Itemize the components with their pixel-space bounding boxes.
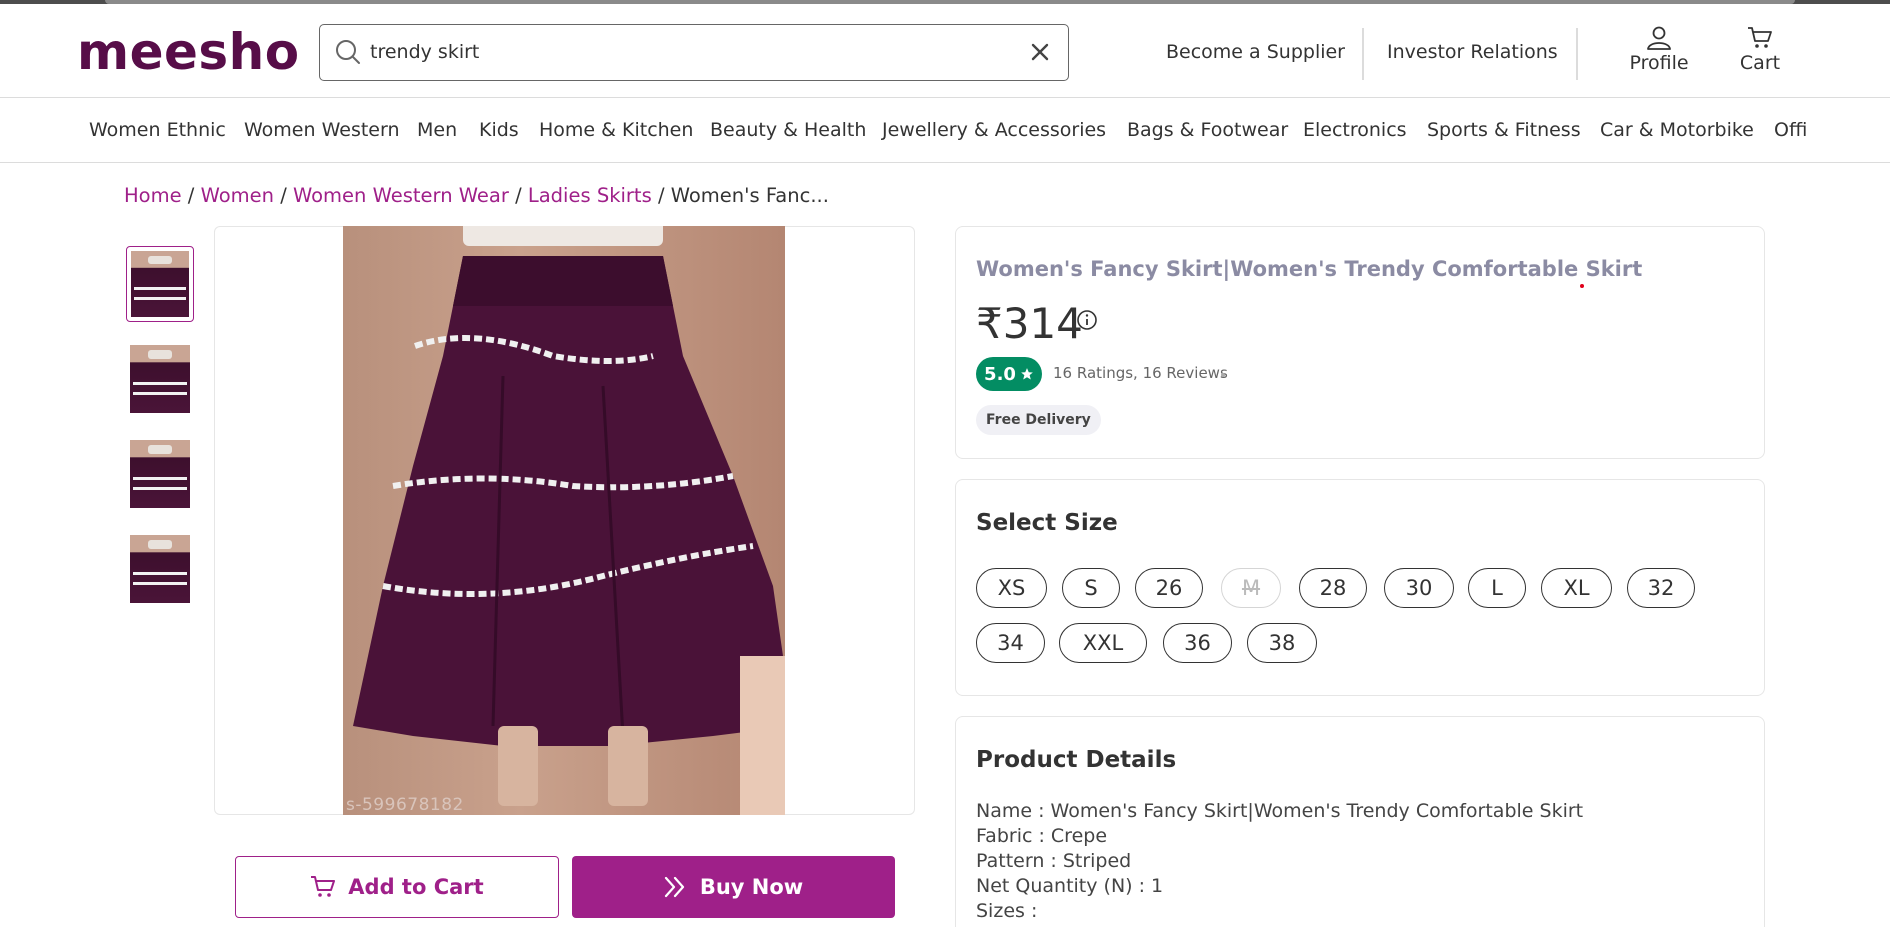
size-option-32[interactable]: 32	[1627, 568, 1695, 608]
product-details-title: Product Details	[976, 747, 1177, 773]
category-beauty-health[interactable]: Beauty & Health	[710, 98, 866, 162]
model-leg	[608, 726, 648, 806]
skirt-illustration	[353, 256, 783, 746]
meesho-logo[interactable]: meesho	[77, 22, 300, 82]
size-option-xs[interactable]: XS	[976, 568, 1047, 608]
background-box	[740, 656, 785, 815]
cart-icon	[311, 876, 336, 897]
category-women-ethnic[interactable]: Women Ethnic	[89, 98, 226, 162]
detail-sizes: Sizes :	[976, 900, 1038, 922]
size-option-xxl[interactable]: XXL	[1059, 623, 1147, 663]
breadcrumb-women[interactable]: Women	[201, 184, 274, 207]
breadcrumb-women-western-wear[interactable]: Women Western Wear	[293, 184, 509, 207]
category-men[interactable]: Men	[417, 98, 457, 162]
info-icon[interactable]	[1076, 309, 1098, 331]
breadcrumb-home[interactable]: Home	[124, 184, 182, 207]
detail-name: Name : Women's Fancy Skirt|Women's Trend…	[976, 800, 1584, 822]
profile-label: Profile	[1629, 52, 1689, 74]
category-electronics[interactable]: Electronics	[1303, 98, 1407, 162]
size-option-26[interactable]: 26	[1135, 568, 1203, 608]
product-thumbnail[interactable]	[126, 436, 194, 512]
investor-relations-link[interactable]: Investor Relations	[1387, 32, 1558, 72]
site-header: meesho trendy skirt Become a Supplier In…	[0, 4, 1890, 98]
size-option-38[interactable]: 38	[1247, 623, 1317, 663]
select-size-card: Select Size XS S 26 M 28 30 L XL 32 34 X…	[955, 479, 1765, 696]
thumbnail-image	[130, 535, 190, 603]
double-chevron-right-icon	[664, 876, 684, 898]
product-thumbnail[interactable]	[126, 531, 194, 607]
cart-button[interactable]: Cart	[1735, 26, 1785, 74]
product-thumbnail[interactable]	[126, 341, 194, 417]
main-product-image[interactable]: s-599678182	[343, 226, 785, 815]
size-option-m-unavailable: M	[1221, 568, 1281, 608]
breadcrumb-current: Women's Fanc...	[670, 184, 829, 207]
buy-now-button[interactable]: Buy Now	[572, 856, 895, 918]
search-box[interactable]: trendy skirt	[319, 24, 1069, 81]
profile-button[interactable]: Profile	[1626, 26, 1692, 74]
model-top	[463, 226, 663, 246]
category-women-western[interactable]: Women Western	[244, 98, 400, 162]
rating-value: 5.0	[984, 363, 1016, 385]
category-office[interactable]: Offi	[1774, 98, 1807, 162]
rating-badge[interactable]: 5.0	[976, 357, 1042, 391]
cart-icon	[1748, 27, 1772, 48]
thumbnail-image	[130, 345, 190, 413]
ratings-count: 16 Ratings, 16 Reviews	[1053, 364, 1228, 382]
breadcrumb-ladies-skirts[interactable]: Ladies Skirts	[528, 184, 652, 207]
size-option-28[interactable]: 28	[1299, 568, 1367, 608]
thumbnail-image	[131, 251, 189, 317]
add-to-cart-button[interactable]: Add to Cart	[235, 856, 559, 918]
product-thumbnail[interactable]	[126, 246, 194, 322]
detail-net-quantity: Net Quantity (N) : 1	[976, 875, 1164, 897]
image-watermark: s-599678182	[346, 795, 464, 815]
category-car-motorbike[interactable]: Car & Motorbike	[1600, 98, 1754, 162]
size-option-30[interactable]: 30	[1384, 568, 1454, 608]
model-leg	[498, 726, 538, 806]
add-to-cart-label: Add to Cart	[348, 875, 484, 899]
breadcrumb-separator: /	[280, 184, 293, 207]
size-option-xl[interactable]: XL	[1541, 568, 1612, 608]
product-title: Women's Fancy Skirt|Women's Trendy Comfo…	[976, 257, 1643, 281]
category-jewellery-accessories[interactable]: Jewellery & Accessories	[882, 98, 1106, 162]
category-sports-fitness[interactable]: Sports & Fitness	[1427, 98, 1581, 162]
product-details-card: Product Details Name : Women's Fancy Ski…	[955, 716, 1765, 927]
detail-fabric: Fabric : Crepe	[976, 825, 1108, 847]
cart-label: Cart	[1739, 52, 1781, 74]
category-kids[interactable]: Kids	[479, 98, 519, 162]
red-dot-marker	[1580, 284, 1584, 288]
header-divider	[1576, 28, 1578, 80]
breadcrumb-separator: /	[657, 184, 671, 207]
select-size-title: Select Size	[976, 510, 1118, 536]
size-option-l[interactable]: L	[1468, 568, 1526, 608]
header-divider	[1362, 28, 1364, 80]
user-icon	[1647, 26, 1671, 50]
clear-search-icon[interactable]	[1028, 40, 1052, 64]
size-option-36[interactable]: 36	[1163, 623, 1232, 663]
breadcrumb-separator: /	[515, 184, 528, 207]
product-price: ₹314	[976, 299, 1083, 348]
free-delivery-badge: Free Delivery	[976, 405, 1101, 435]
buy-now-label: Buy Now	[699, 875, 804, 899]
size-option-34[interactable]: 34	[976, 623, 1045, 663]
detail-pattern: Pattern : Striped	[976, 850, 1132, 872]
search-input[interactable]: trendy skirt	[370, 25, 479, 79]
size-option-s[interactable]: S	[1062, 568, 1120, 608]
thumbnail-image	[130, 440, 190, 508]
category-home-kitchen[interactable]: Home & Kitchen	[539, 98, 693, 162]
separator-dot	[1221, 373, 1225, 377]
product-info-card: Women's Fancy Skirt|Women's Trendy Comfo…	[955, 226, 1765, 459]
become-supplier-link[interactable]: Become a Supplier	[1166, 32, 1345, 72]
star-icon	[1021, 368, 1033, 380]
category-bags-footwear[interactable]: Bags & Footwear	[1127, 98, 1288, 162]
breadcrumb-separator: /	[187, 184, 201, 207]
search-icon	[336, 40, 360, 64]
breadcrumb: Home / Women / Women Western Wear / Ladi…	[124, 182, 829, 210]
category-nav: Women Ethnic Women Western Men Kids Home…	[0, 98, 1890, 163]
